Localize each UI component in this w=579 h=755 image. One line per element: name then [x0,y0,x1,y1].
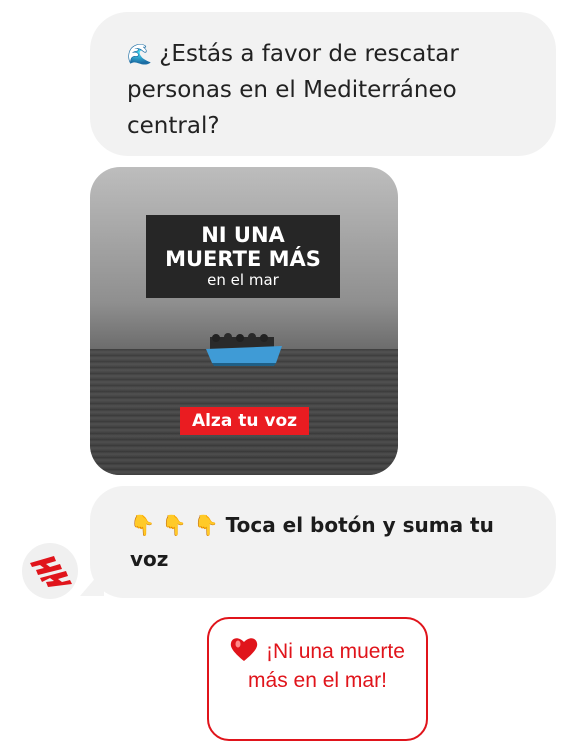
headline-line-2: MUERTE MÁS [165,247,321,271]
wave-emoji-icon: 🌊 [127,42,152,66]
msf-logo-icon [30,556,72,587]
rescue-boat-illustration [206,333,282,366]
quick-reply-button[interactable]: ¡Ni una muerte más en el mar! [207,617,428,741]
question-text: ¿Estás a favor de rescatar personas en e… [127,41,459,139]
bot-message-instruction: 👇 👇 👇 Toca el botón y suma tu voz [90,486,556,598]
msf-logo-avatar [22,543,78,599]
raise-your-voice-button[interactable]: Alza tu voz [180,407,309,435]
campaign-image-card[interactable]: NI UNA MUERTE MÁS en el mar Alza tu voz [90,167,398,475]
heart-icon [230,638,258,661]
bot-message-question: 🌊 ¿Estás a favor de rescatar personas en… [90,12,556,156]
headline-line-1: NI UNA [201,223,285,247]
quick-reply-label: ¡Ni una muerte más en el mar! [248,640,405,692]
campaign-headline-banner: NI UNA MUERTE MÁS en el mar [146,215,340,298]
headline-line-3: en el mar [207,271,279,289]
pointing-down-emoji-icon: 👇 👇 👇 [130,513,219,537]
